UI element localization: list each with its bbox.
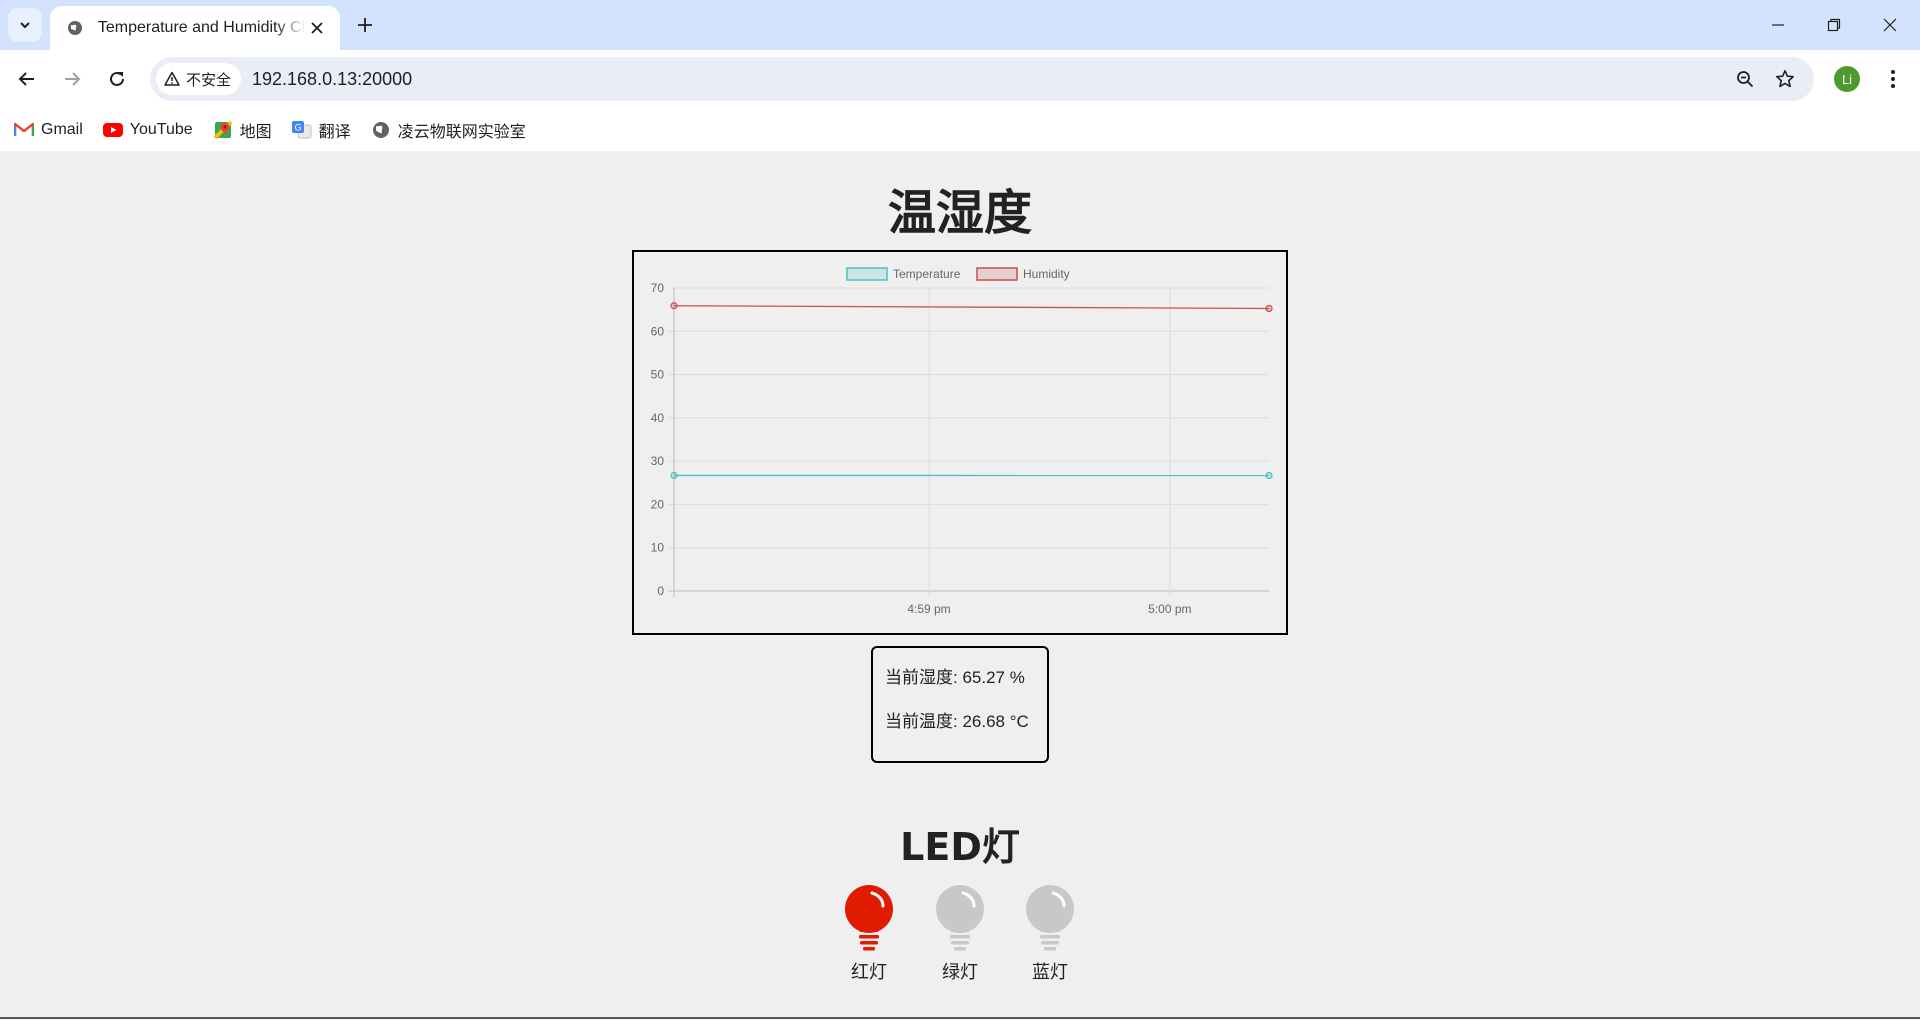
- browser-menu-button[interactable]: [1878, 62, 1908, 96]
- y-tick-label: 70: [651, 281, 665, 295]
- current-readings-box: 当前湿度: 65.27 % 当前温度: 26.68 °C: [871, 646, 1049, 763]
- bookmark-translate[interactable]: G 翻译: [291, 115, 351, 145]
- profile-avatar[interactable]: Li: [1834, 66, 1860, 92]
- warning-icon: [164, 71, 180, 86]
- tab-title: Temperature and Humidity Chart: [97, 19, 307, 36]
- arrow-right-icon: [65, 72, 81, 86]
- y-tick-label: 20: [651, 497, 665, 511]
- forward-button[interactable]: [55, 62, 89, 96]
- bookmarks-bar: Gmail YouTube 地图 G 翻译 凌云物联网实验室: [0, 108, 1920, 151]
- legend-label: Temperature: [893, 267, 961, 281]
- more-vertical-icon: [1891, 70, 1895, 88]
- reload-button[interactable]: [100, 62, 134, 96]
- y-tick-label: 50: [651, 368, 665, 382]
- bookmark-label: 凌云物联网实验室: [397, 123, 526, 141]
- zoom-icon[interactable]: [1730, 64, 1760, 94]
- close-window-button[interactable]: [1862, 0, 1918, 50]
- security-label: 不安全: [186, 71, 232, 89]
- lightbulb-icon: [936, 885, 984, 951]
- y-tick-label: 30: [651, 454, 665, 468]
- tab-active[interactable]: Temperature and Humidity Chart: [50, 6, 340, 50]
- temperature-reading: 当前温度: 26.68 °C: [885, 712, 1029, 731]
- led-label: 绿灯: [942, 962, 978, 982]
- y-tick-label: 40: [651, 411, 665, 425]
- data-point-temperature: [1265, 471, 1273, 480]
- y-tick-label: 0: [657, 584, 664, 598]
- bookmark-lab[interactable]: 凌云物联网实验室: [371, 115, 526, 145]
- data-point-humidity: [670, 302, 678, 310]
- restore-icon: [1827, 18, 1841, 32]
- lightbulb-icon: [845, 885, 893, 951]
- close-tab-icon[interactable]: [306, 17, 328, 39]
- close-icon: [1883, 18, 1897, 32]
- data-point-temperature: [670, 471, 678, 480]
- translate-icon: G: [291, 120, 312, 139]
- line-chart: 0 10 20 30 40 50 60 70 4:59 pm 5:00 pm Temperature…: [632, 250, 1288, 635]
- chart-canvas: 0 10 20 30 40 50 60 70 4:59 pm 5:00 pm Temperature…: [651, 267, 1273, 616]
- legend-label: Humidity: [1023, 267, 1070, 281]
- y-tick-label: 10: [651, 541, 665, 555]
- chevron-down-icon: [20, 22, 30, 29]
- bookmark-label: Gmail: [41, 120, 83, 138]
- legend-swatch: [976, 267, 1018, 281]
- led-section-title: LED灯: [900, 825, 1020, 869]
- led-label: 红灯: [851, 962, 887, 982]
- svg-text:G: G: [294, 123, 301, 133]
- data-point-humidity: [1265, 304, 1273, 313]
- new-tab-button[interactable]: [350, 10, 380, 40]
- gmail-icon: [14, 121, 34, 139]
- y-tick-label: 60: [651, 324, 665, 338]
- address-bar[interactable]: 不安全 192.168.0.13:20000: [150, 57, 1814, 101]
- arrow-left-icon: [18, 72, 34, 86]
- divider: [0, 1017, 1920, 1019]
- restore-button[interactable]: [1806, 0, 1862, 50]
- plus-icon: [358, 18, 372, 32]
- led-green[interactable]: 绿灯: [925, 884, 995, 994]
- globe-icon: [66, 19, 84, 37]
- maps-icon: [213, 120, 233, 139]
- series-line-humidity: [673, 305, 1270, 310]
- led-label: 蓝灯: [1032, 962, 1068, 982]
- x-tick-label: 4:59 pm: [907, 602, 950, 616]
- bookmark-label: YouTube: [129, 120, 193, 138]
- bookmark-star-icon[interactable]: [1770, 64, 1800, 94]
- tab-strip: Temperature and Humidity Chart: [0, 0, 1920, 50]
- browser-toolbar: 不安全 192.168.0.13:20000 Li: [0, 50, 1920, 108]
- youtube-icon: [102, 121, 123, 139]
- url-text[interactable]: 192.168.0.13:20000: [252, 57, 412, 101]
- led-red[interactable]: 红灯: [834, 884, 904, 994]
- legend-swatch: [846, 267, 888, 281]
- led-blue[interactable]: 蓝灯: [1015, 884, 1085, 994]
- bookmark-maps[interactable]: 地图: [213, 115, 272, 145]
- tab-search-button[interactable]: [8, 8, 42, 42]
- humidity-reading: 当前湿度: 65.27 %: [885, 668, 1025, 687]
- globe-icon: [371, 121, 391, 139]
- page-title: 温湿度: [887, 185, 1032, 241]
- bookmark-label: 地图: [239, 123, 272, 141]
- security-indicator[interactable]: 不安全: [156, 63, 242, 95]
- page-content: 温湿度 0 10 20 30 40 50 60 70 4:59 pm 5:00 pm Tempera…: [0, 151, 1920, 1020]
- bookmark-gmail[interactable]: Gmail: [14, 115, 83, 145]
- bookmark-youtube[interactable]: YouTube: [102, 115, 193, 145]
- lightbulb-icon: [1026, 885, 1074, 951]
- x-tick-label: 5:00 pm: [1148, 602, 1191, 616]
- minimize-icon: [1772, 24, 1784, 26]
- bookmark-label: 翻译: [318, 123, 351, 141]
- minimize-button[interactable]: [1750, 0, 1806, 50]
- back-button[interactable]: [10, 62, 44, 96]
- reload-icon: [110, 71, 124, 86]
